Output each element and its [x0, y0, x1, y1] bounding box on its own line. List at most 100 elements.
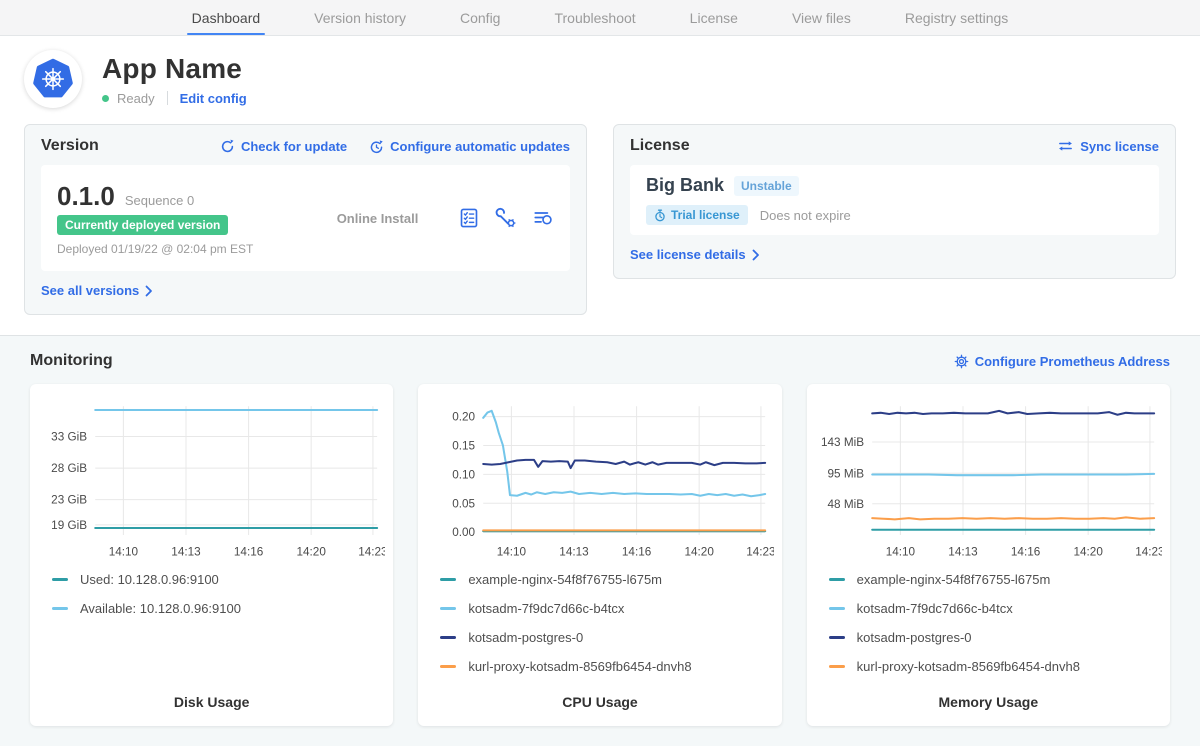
app-logo-circle: [24, 50, 82, 108]
svg-text:14:16: 14:16: [622, 545, 652, 558]
svg-text:28 GiB: 28 GiB: [51, 462, 87, 475]
svg-text:95 MiB: 95 MiB: [827, 467, 864, 480]
memory-usage-title: Memory Usage: [815, 688, 1162, 710]
legend-color-dash: [440, 636, 456, 639]
configure-prometheus-link[interactable]: Configure Prometheus Address: [954, 354, 1170, 369]
chevron-right-icon: [145, 285, 153, 297]
version-card: Version Check for update Configure au: [24, 124, 587, 315]
legend-item: kotsadm-postgres-0: [829, 630, 1162, 645]
sequence-label: Sequence 0: [125, 193, 194, 208]
legend-label: kotsadm-7f9dc7d66c-b4tcx: [468, 601, 624, 616]
cards-row: Version Check for update Configure au: [0, 124, 1200, 315]
memory-usage-chart-card: 48 MiB95 MiB143 MiB14:1014:1314:1614:201…: [807, 384, 1170, 726]
legend-label: kotsadm-postgres-0: [468, 630, 583, 645]
see-license-details-link[interactable]: See license details: [630, 247, 760, 262]
schedule-update-icon: [369, 139, 384, 154]
svg-text:23 GiB: 23 GiB: [51, 494, 87, 507]
sync-license-link[interactable]: Sync license: [1057, 139, 1159, 154]
install-type-label: Online Install: [297, 211, 458, 226]
see-all-versions-link[interactable]: See all versions: [41, 283, 153, 298]
license-assignee: Big Bank: [646, 175, 724, 196]
svg-text:14:23: 14:23: [747, 545, 774, 558]
svg-text:14:20: 14:20: [296, 545, 326, 558]
legend-color-dash: [829, 578, 845, 581]
view-deploy-logs-button[interactable]: [532, 208, 554, 228]
channel-badge: Unstable: [734, 176, 799, 196]
legend-item: example-nginx-54f8f76755-l675m: [440, 572, 773, 587]
legend-color-dash: [440, 607, 456, 610]
svg-text:0.05: 0.05: [453, 497, 476, 510]
legend-color-dash: [52, 578, 68, 581]
gear-icon: [954, 354, 969, 369]
legend-label: Used: 10.128.0.96:9100: [80, 572, 219, 587]
preflight-checks-button[interactable]: [458, 207, 480, 229]
legend-label: example-nginx-54f8f76755-l675m: [468, 572, 662, 587]
license-card: License Sync license Big Bank Unstable: [613, 124, 1176, 279]
svg-text:48 MiB: 48 MiB: [827, 498, 864, 511]
legend-item: kotsadm-7f9dc7d66c-b4tcx: [829, 601, 1162, 616]
legend-color-dash: [829, 636, 845, 639]
top-navbar: Dashboard Version history Config Trouble…: [0, 0, 1200, 36]
disk-usage-title: Disk Usage: [38, 688, 385, 710]
current-version-panel: 0.1.0 Sequence 0 Currently deployed vers…: [41, 165, 570, 271]
version-number: 0.1.0: [57, 181, 115, 212]
deployed-timestamp: Deployed 01/19/22 @ 02:04 pm EST: [57, 242, 297, 256]
legend-label: kotsadm-7f9dc7d66c-b4tcx: [857, 601, 1013, 616]
tab-license[interactable]: License: [663, 0, 765, 35]
tab-view-files[interactable]: View files: [765, 0, 878, 35]
status-dot-icon: [102, 95, 109, 102]
wrench-gear-icon: [495, 207, 517, 229]
legend-item: Used: 10.128.0.96:9100: [52, 572, 385, 587]
svg-text:14:10: 14:10: [109, 545, 139, 558]
preflight-checklist-icon: [458, 207, 480, 229]
legend-label: example-nginx-54f8f76755-l675m: [857, 572, 1051, 587]
stopwatch-icon: [654, 209, 666, 222]
svg-text:14:16: 14:16: [1011, 545, 1041, 558]
svg-text:14:10: 14:10: [497, 545, 527, 558]
check-for-update-link[interactable]: Check for update: [220, 139, 347, 154]
legend-color-dash: [829, 665, 845, 668]
tab-dashboard[interactable]: Dashboard: [165, 0, 288, 35]
version-card-title: Version: [41, 137, 99, 155]
svg-text:14:16: 14:16: [234, 545, 264, 558]
disk-usage-chart: 19 GiB23 GiB28 GiB33 GiB14:1014:1314:161…: [38, 394, 385, 566]
svg-text:0.15: 0.15: [453, 440, 476, 453]
view-logs-icon: [532, 208, 554, 228]
license-panel: Big Bank Unstable Trial license Does not…: [630, 165, 1159, 235]
legend-item: kurl-proxy-kotsadm-8569fb6454-dnvh8: [829, 659, 1162, 674]
svg-text:0.20: 0.20: [453, 411, 476, 424]
edit-config-link[interactable]: Edit config: [180, 91, 247, 106]
app-header: App Name Ready Edit config: [0, 36, 1200, 124]
cpu-usage-title: CPU Usage: [426, 688, 773, 710]
svg-text:14:10: 14:10: [885, 545, 915, 558]
memory-usage-chart: 48 MiB95 MiB143 MiB14:1014:1314:1614:201…: [815, 394, 1162, 566]
legend-color-dash: [440, 665, 456, 668]
disk-usage-chart-card: 19 GiB23 GiB28 GiB33 GiB14:1014:1314:161…: [30, 384, 393, 726]
legend-color-dash: [440, 578, 456, 581]
svg-text:33 GiB: 33 GiB: [51, 431, 87, 444]
legend-item: kurl-proxy-kotsadm-8569fb6454-dnvh8: [440, 659, 773, 674]
legend-label: kurl-proxy-kotsadm-8569fb6454-dnvh8: [468, 659, 691, 674]
edit-config-button[interactable]: [495, 207, 517, 229]
legend-label: Available: 10.128.0.96:9100: [80, 601, 241, 616]
svg-text:14:23: 14:23: [1135, 545, 1162, 558]
cpu-usage-legend: example-nginx-54f8f76755-l675m kotsadm-7f…: [440, 572, 773, 688]
license-expiry-text: Does not expire: [760, 208, 851, 223]
tab-config[interactable]: Config: [433, 0, 527, 35]
app-status-text: Ready: [117, 91, 155, 106]
svg-text:0.10: 0.10: [453, 468, 476, 481]
svg-text:14:20: 14:20: [1073, 545, 1103, 558]
memory-usage-legend: example-nginx-54f8f76755-l675m kotsadm-7f…: [829, 572, 1162, 688]
tab-troubleshoot[interactable]: Troubleshoot: [527, 0, 662, 35]
configure-automatic-updates-link[interactable]: Configure automatic updates: [369, 139, 570, 154]
monitoring-section: Monitoring Configure Prometheus Address …: [0, 335, 1200, 746]
legend-item: kotsadm-postgres-0: [440, 630, 773, 645]
tab-version-history[interactable]: Version history: [287, 0, 433, 35]
svg-text:14:13: 14:13: [948, 545, 978, 558]
tab-registry-settings[interactable]: Registry settings: [878, 0, 1035, 35]
license-card-title: License: [630, 137, 690, 155]
cpu-usage-chart: 0.000.050.100.150.2014:1014:1314:1614:20…: [426, 394, 773, 566]
legend-item: Available: 10.128.0.96:9100: [52, 601, 385, 616]
svg-text:14:13: 14:13: [560, 545, 590, 558]
legend-label: kurl-proxy-kotsadm-8569fb6454-dnvh8: [857, 659, 1080, 674]
